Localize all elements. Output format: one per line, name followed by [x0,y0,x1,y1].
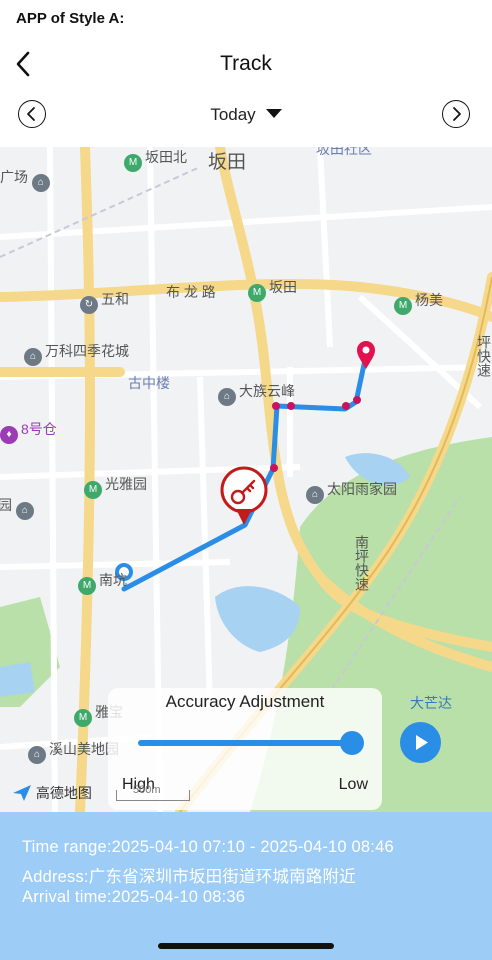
map-label: M 杨美 [394,290,443,315]
metro-icon: M [74,709,92,727]
date-navigator: Today [0,96,492,136]
play-icon [416,735,428,750]
map-provider-logo: 高德地图 [12,783,92,803]
metro-icon: M [124,154,142,172]
home-indicator [158,943,334,949]
metro-icon: M [248,284,266,302]
poi-icon: ⌂ [24,348,42,366]
caret-down-icon [265,109,282,118]
address-text: Address:广东省深圳市坂田街道环城南路附近 [22,868,356,886]
road-label: 坪快速 [476,335,492,377]
date-selector[interactable]: Today [0,105,492,125]
map-label: 花园 ⌂ [0,495,37,520]
map-label: M 坂田北 [124,147,187,172]
accuracy-slider-thumb[interactable] [340,731,364,755]
map-label: M 南坑 [78,570,127,595]
map-scale-bar: 500m [116,784,190,801]
road-label: 南坪快速 [354,535,370,591]
map-label: 坂田社区 [316,147,372,157]
next-day-button[interactable] [442,100,470,128]
poi-icon: ♦ [0,426,18,444]
poi-icon: ⌂ [28,746,46,764]
map-label: M 坂田 [248,277,297,302]
stop-point[interactable] [342,402,350,410]
date-selector-label: Today [210,105,256,124]
map-label: 古中楼 [128,375,170,391]
stop-point[interactable] [270,464,278,472]
page-caption: APP of Style A: [16,10,125,27]
map-label: ⌂ 溪山美地园 [28,739,119,764]
poi-icon: ⌂ [31,174,50,192]
map-label: 大芒达 [410,695,452,711]
map-label: 坂田 [208,152,247,173]
device-key-pin-icon[interactable] [220,466,268,525]
poi-icon: ⌂ [218,388,236,406]
poi-icon: ⌂ [306,486,324,504]
amap-logo-icon [13,785,31,801]
chevron-right-icon [453,107,461,121]
map-label: ⌂ 万科四季花城 [24,341,129,366]
map-label: ⌂ 大族云峰 [218,381,295,406]
time-range-text: Time range:2025-04-10 07:10 - 2025-04-10… [22,838,394,856]
map-label: 广场 ⌂ [0,167,53,192]
accuracy-low-label: Low [338,776,368,793]
poi-icon: ⌂ [15,502,34,520]
metro-icon: M [78,577,96,595]
stop-point[interactable] [353,396,361,404]
accuracy-slider-track[interactable] [138,740,352,746]
road-label: 布 龙 路 [166,284,216,300]
water-area [0,662,35,697]
accuracy-title: Accuracy Adjustment [165,692,325,711]
map-label: ↻ 五和 [80,289,129,314]
metro-icon: M [394,297,412,315]
header: Track [0,40,492,88]
end-pin-icon[interactable] [357,341,375,369]
interchange-icon: ↻ [80,296,98,314]
metro-icon: M [84,481,102,499]
track-info-panel: Time range:2025-04-10 07:10 - 2025-04-10… [0,812,492,960]
page-title: Track [220,52,272,75]
map-label: ♦ 8号仓 [0,419,57,444]
water-area [215,586,300,652]
map-label: ⌂ 太阳雨家园 [306,479,397,504]
map-label: M 光雅园 [84,474,147,499]
play-button[interactable] [400,722,441,763]
arrival-time-text: Arrival time:2025-04-10 08:36 [22,888,246,906]
